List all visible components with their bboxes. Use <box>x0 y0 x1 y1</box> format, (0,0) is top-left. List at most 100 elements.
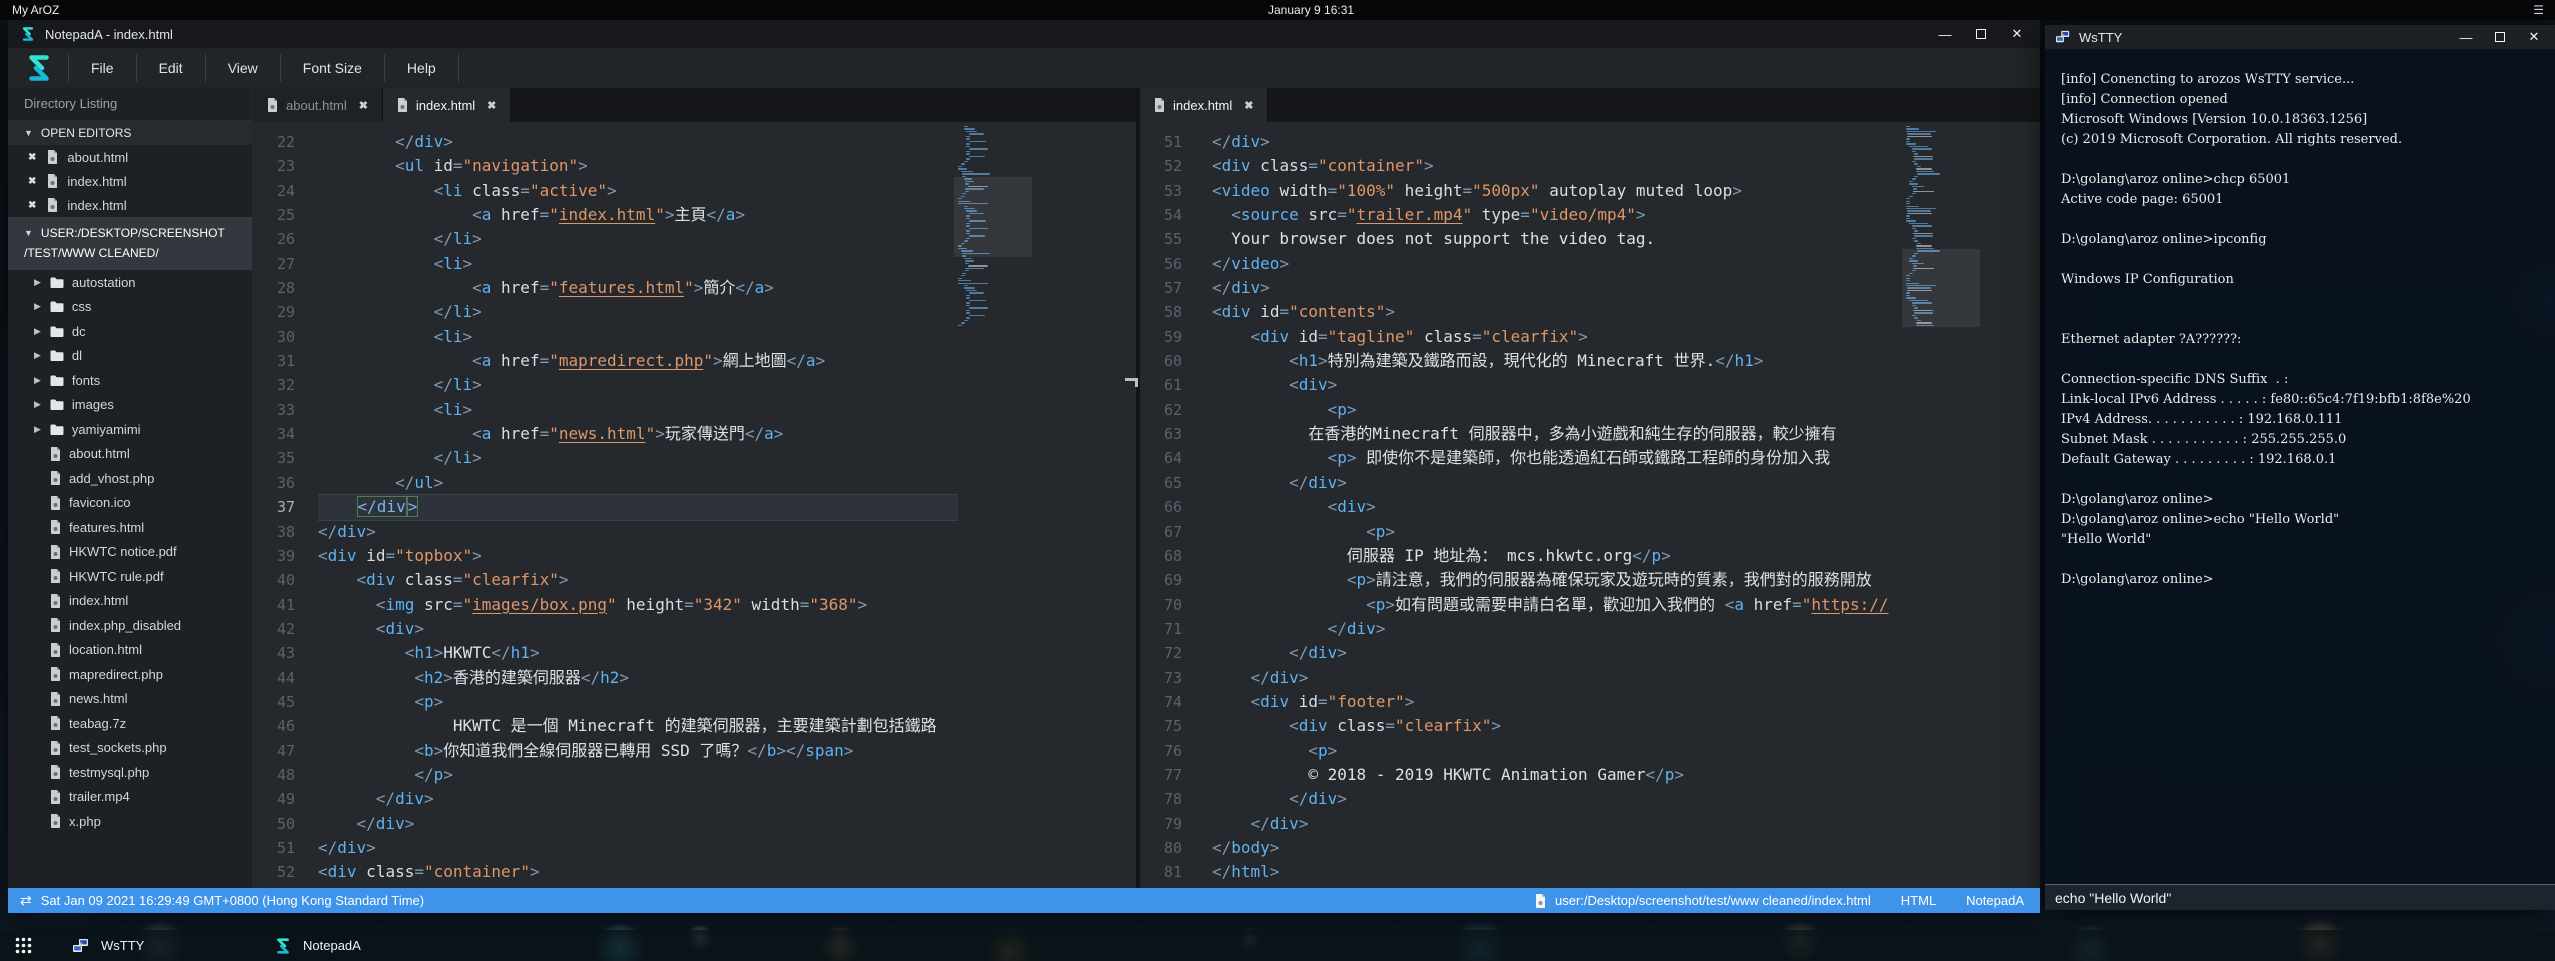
code-line[interactable]: <div id="footer"> <box>1212 690 1904 714</box>
code-line[interactable]: </body> <box>1212 836 1904 860</box>
tab-close-icon[interactable]: ✖ <box>487 99 496 112</box>
editor-pane-right[interactable]: index.html✖ 5152535455565758596061626364… <box>1140 88 2040 888</box>
open-editor-item[interactable]: ✖index.html <box>8 193 252 217</box>
code-line[interactable]: </li> <box>318 300 958 324</box>
minimap-viewport[interactable] <box>954 177 1032 257</box>
editor-pane-left[interactable]: about.html✖index.html✖ 22232425262728293… <box>253 88 1138 888</box>
sidebar-file-trailer.mp4[interactable]: trailer.mp4 <box>8 785 252 810</box>
code-line[interactable]: <p> 即使你不是建築師，你也能透過紅石師或鐵路工程師的身份加入我 <box>1212 446 1904 470</box>
wstty-titlebar[interactable]: WsTTY — ✕ <box>2045 25 2555 49</box>
code-area[interactable]: </div> <ul id="navigation"> <li class="a… <box>318 122 958 888</box>
status-file-path[interactable]: user:/Desktop/screenshot/test/www cleane… <box>1555 893 1871 908</box>
minimap[interactable] <box>958 124 1028 327</box>
code-area[interactable]: </div><div class="container"><video widt… <box>1212 122 1904 888</box>
code-line[interactable]: <div id="tagline" class="clearfix"> <box>1212 325 1904 349</box>
maximize-button[interactable] <box>2495 32 2505 42</box>
sidebar-folder-yamiyamimi[interactable]: ▶yamiyamimi <box>8 417 252 442</box>
tab-close-icon[interactable]: ✖ <box>1244 99 1253 112</box>
status-language[interactable]: HTML <box>1901 893 1936 908</box>
sidebar-file-add-vhost.php[interactable]: add_vhost.php <box>8 466 252 491</box>
code-line[interactable]: <h2>香港的建築伺服器</h2> <box>318 666 958 690</box>
code-line[interactable]: <b>你知道我們全線伺服器已轉用 SSD 了嗎？</b></span> <box>318 739 958 763</box>
taskbar-item-wstty[interactable]: WsTTY <box>58 930 260 961</box>
code-line[interactable]: </html> <box>1212 860 1904 884</box>
sidebar-folder-dl[interactable]: ▶dl <box>8 344 252 369</box>
code-line[interactable]: <div> <box>1212 495 1904 519</box>
code-line[interactable]: © 2018 - 2019 HKWTC Animation Gamer</p> <box>1212 763 1904 787</box>
minimap[interactable] <box>1906 124 1976 327</box>
sidebar-file-HKWTC-rule.pdf[interactable]: HKWTC rule.pdf <box>8 564 252 589</box>
sidebar-file-testmysql.php[interactable]: testmysql.php <box>8 760 252 785</box>
close-file-icon[interactable]: ✖ <box>28 152 36 163</box>
sidebar-folder-dc[interactable]: ▶dc <box>8 319 252 344</box>
code-line[interactable]: <video width="100%" height="500px" autop… <box>1212 179 1904 203</box>
code-line[interactable]: </p> <box>318 763 958 787</box>
sidebar-folder-fonts[interactable]: ▶fonts <box>8 368 252 393</box>
code-line[interactable]: </video> <box>1212 252 1904 276</box>
code-line[interactable]: </div> <box>1212 641 1904 665</box>
sidebar-file-features.html[interactable]: features.html <box>8 515 252 540</box>
code-line[interactable]: <p> <box>1212 520 1904 544</box>
code-line[interactable]: <a href="mapredirect.php">網上地圖</a> <box>318 349 958 373</box>
code-line[interactable]: </div> <box>318 495 958 519</box>
sidebar-folder-images[interactable]: ▶images <box>8 393 252 418</box>
code-line[interactable]: <p>如有問題或需要申請白名單，歡迎加入我們的 <a href="https:/… <box>1212 593 1904 617</box>
close-file-icon[interactable]: ✖ <box>28 176 36 187</box>
minimap-viewport[interactable] <box>1902 249 1980 327</box>
sidebar-file-location.html[interactable]: location.html <box>8 638 252 663</box>
code-line[interactable]: <img src="images/box.png" height="342" w… <box>318 593 958 617</box>
minimize-button[interactable]: — <box>1938 27 1952 42</box>
terminal-output[interactable]: [info] Conencting to arozos WsTTY servic… <box>2045 49 2555 884</box>
sidebar-file-index.php-disabled[interactable]: index.php_disabled <box>8 613 252 638</box>
code-line[interactable]: HKWTC 是一個 Minecraft 的建築伺服器，主要建築計劃包括鐵路 <box>318 714 958 738</box>
code-line[interactable]: </ul> <box>318 471 958 495</box>
taskbar-item-notepada[interactable]: NotepadA <box>260 930 462 961</box>
hamburger-icon[interactable]: ☰ <box>2533 3 2545 17</box>
code-line[interactable]: <div> <box>1212 373 1904 397</box>
code-line[interactable]: <div class="container"> <box>1212 154 1904 178</box>
tab-index.html[interactable]: index.html✖ <box>383 88 511 122</box>
close-file-icon[interactable]: ✖ <box>28 200 36 211</box>
menu-view[interactable]: View <box>206 48 280 88</box>
code-line[interactable]: </div> <box>1212 276 1904 300</box>
code-line[interactable]: </div> <box>318 520 958 544</box>
tab-about.html[interactable]: about.html✖ <box>253 88 383 122</box>
code-line[interactable]: <div class="container"> <box>318 860 958 884</box>
tab-close-icon[interactable]: ✖ <box>359 99 368 112</box>
code-line[interactable]: Your browser does not support the video … <box>1212 227 1904 251</box>
close-button[interactable]: ✕ <box>2010 26 2024 42</box>
code-line[interactable]: </div> <box>1212 471 1904 495</box>
code-line[interactable]: <p>請注意，我們的伺服器為確保玩家及遊玩時的質素，我們對的服務開放 <box>1212 568 1904 592</box>
code-line[interactable]: </li> <box>318 227 958 251</box>
code-line[interactable]: <p> <box>1212 398 1904 422</box>
system-brand[interactable]: My ArOZ <box>12 3 59 17</box>
code-line[interactable]: </div> <box>1212 130 1904 154</box>
menu-file[interactable]: File <box>69 48 136 88</box>
code-line[interactable]: </div> <box>1212 617 1904 641</box>
sidebar-file-favicon.ico[interactable]: favicon.ico <box>8 491 252 516</box>
code-line[interactable]: <h1>特別為建築及鐵路而設，現代化的 Minecraft 世界.</h1> <box>1212 349 1904 373</box>
code-line[interactable]: </div> <box>1212 812 1904 836</box>
code-line[interactable]: <div> <box>318 617 958 641</box>
code-line[interactable]: </div> <box>318 130 958 154</box>
sidebar-file-teabag.7z[interactable]: teabag.7z <box>8 711 252 736</box>
code-line[interactable]: 伺服器 IP 地址為： mcs.hkwtc.org</p> <box>1212 544 1904 568</box>
code-line[interactable]: </li> <box>318 446 958 470</box>
menu-font-size[interactable]: Font Size <box>281 48 384 88</box>
code-line[interactable]: <a href="news.html">玩家傳送門</a> <box>318 422 958 446</box>
tab-index.html[interactable]: index.html✖ <box>1140 88 1268 122</box>
code-line[interactable]: <p> <box>1212 739 1904 763</box>
code-line[interactable]: <div class="clearfix"> <box>1212 714 1904 738</box>
sidebar-file-mapredirect.php[interactable]: mapredirect.php <box>8 662 252 687</box>
sidebar-file-index.html[interactable]: index.html <box>8 589 252 614</box>
code-line[interactable]: <a href="index.html">主頁</a> <box>318 203 958 227</box>
close-button[interactable]: ✕ <box>2527 29 2541 45</box>
sidebar-folder-css[interactable]: ▶css <box>8 295 252 320</box>
sidebar-file-x.php[interactable]: x.php <box>8 809 252 834</box>
sidebar-file-test-sockets.php[interactable]: test_sockets.php <box>8 736 252 761</box>
code-line[interactable]: <div id="contents"> <box>1212 300 1904 324</box>
code-line[interactable]: </li> <box>318 373 958 397</box>
code-line[interactable]: <p> <box>318 690 958 714</box>
sidebar-folder-autostation[interactable]: ▶autostation <box>8 270 252 295</box>
code-line[interactable]: </div> <box>1212 787 1904 811</box>
